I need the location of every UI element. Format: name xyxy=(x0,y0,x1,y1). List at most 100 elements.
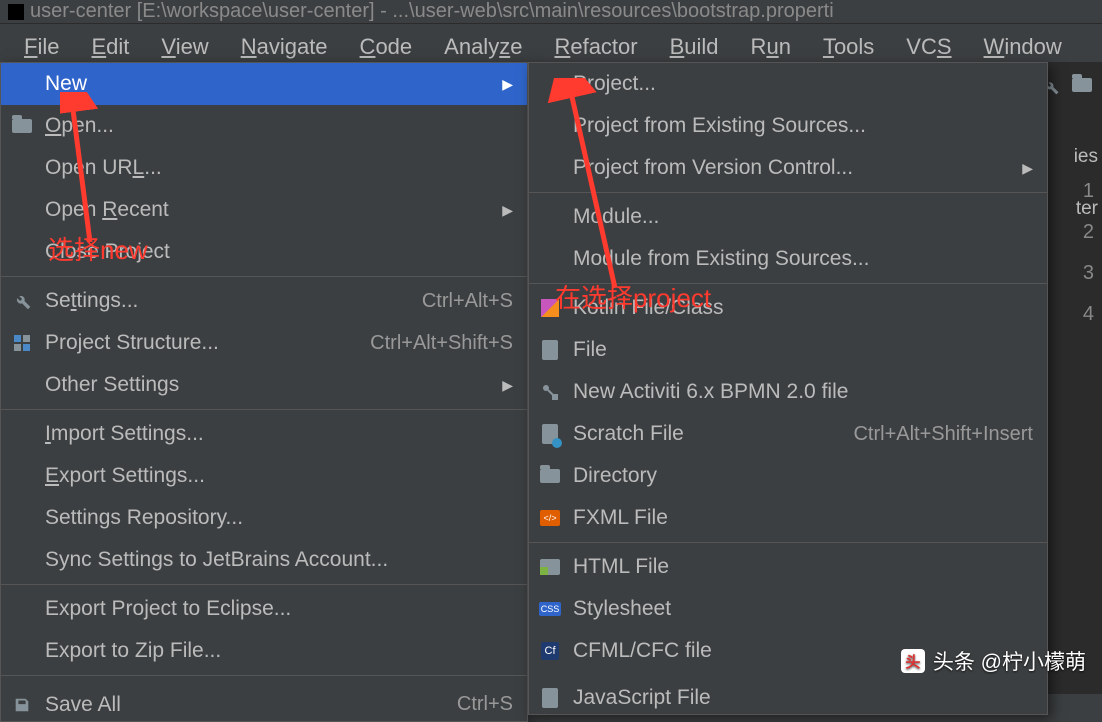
file-icon xyxy=(539,339,561,361)
separator xyxy=(529,283,1047,284)
file-export-settings[interactable]: Export Settings... xyxy=(1,455,527,497)
label: Module... xyxy=(573,205,659,229)
file-save-all[interactable]: Save All Ctrl+S xyxy=(1,679,527,721)
new-project-existing[interactable]: Project from Existing Sources... xyxy=(529,105,1047,147)
label: Scratch File xyxy=(573,422,684,446)
new-kotlin[interactable]: Kotlin File/Class xyxy=(529,287,1047,329)
cfml-icon: Cf xyxy=(539,640,561,662)
new-module[interactable]: Module... xyxy=(529,196,1047,238)
label: CFML/CFC file xyxy=(573,639,712,663)
label: Other Settings xyxy=(45,373,179,397)
label: HTML File xyxy=(573,555,669,579)
toolbar-right xyxy=(1042,78,1092,96)
label: JavaScript File xyxy=(573,686,711,710)
folder-icon[interactable] xyxy=(1072,78,1092,92)
shortcut: Ctrl+Alt+Shift+Insert xyxy=(853,423,1033,446)
label: Project... xyxy=(573,72,656,96)
new-stylesheet[interactable]: CSS Stylesheet xyxy=(529,588,1047,630)
watermark-logo-icon: 头 xyxy=(901,649,925,673)
menu-vcs[interactable]: VCS xyxy=(890,28,967,66)
submenu-arrow-icon: ▶ xyxy=(1022,160,1033,177)
window-title: user-center [E:\workspace\user-center] -… xyxy=(30,0,834,23)
menu-refactor[interactable]: Refactor xyxy=(538,28,653,66)
submenu-arrow-icon: ▶ xyxy=(502,76,513,93)
label: Sync Settings to JetBrains Account... xyxy=(45,548,388,572)
label: File xyxy=(573,338,607,362)
file-settings-repo[interactable]: Settings Repository... xyxy=(1,497,527,539)
menu-navigate[interactable]: Navigate xyxy=(225,28,344,66)
file-sync-settings[interactable]: Sync Settings to JetBrains Account... xyxy=(1,539,527,581)
menu-edit[interactable]: Edit xyxy=(75,28,145,66)
new-module-existing[interactable]: Module from Existing Sources... xyxy=(529,238,1047,280)
separator xyxy=(1,276,527,277)
new-file[interactable]: File xyxy=(529,329,1047,371)
separator xyxy=(1,584,527,585)
submenu-arrow-icon: ▶ xyxy=(502,202,513,219)
new-scratch[interactable]: Scratch File Ctrl+Alt+Shift+Insert xyxy=(529,413,1047,455)
new-project[interactable]: Project... xyxy=(529,63,1047,105)
folder-icon xyxy=(539,465,561,487)
separator xyxy=(1,675,527,676)
bpmn-icon xyxy=(539,381,561,403)
file-close-project[interactable]: Close Project xyxy=(1,231,527,273)
file-open[interactable]: Open... xyxy=(1,105,527,147)
new-activiti[interactable]: New Activiti 6.x BPMN 2.0 file xyxy=(529,371,1047,413)
shortcut: Ctrl+Alt+S xyxy=(422,290,513,313)
submenu-arrow-icon: ▶ xyxy=(502,377,513,394)
fxml-icon: </> xyxy=(539,507,561,529)
file-new[interactable]: New ▶ xyxy=(1,63,527,105)
file-project-structure[interactable]: Project Structure... Ctrl+Alt+Shift+S xyxy=(1,322,527,364)
menu-code[interactable]: Code xyxy=(344,28,429,66)
file-export-zip[interactable]: Export to Zip File... xyxy=(1,630,527,672)
css-icon: CSS xyxy=(539,598,561,620)
new-project-vcs[interactable]: Project from Version Control... ▶ xyxy=(529,147,1047,189)
menu-tools[interactable]: Tools xyxy=(807,28,890,66)
bg-text-ies: ies xyxy=(1074,146,1098,168)
shortcut: Ctrl+S xyxy=(457,693,513,716)
label: New Activiti 6.x BPMN 2.0 file xyxy=(573,380,848,404)
file-open-url[interactable]: Open URL... xyxy=(1,147,527,189)
label: Export to Zip File... xyxy=(45,639,221,663)
separator xyxy=(529,192,1047,193)
file-dropdown: New ▶ Open... Open URL... Open Recent ▶ … xyxy=(0,62,528,722)
title-bar: user-center [E:\workspace\user-center] -… xyxy=(0,0,1102,24)
kotlin-icon xyxy=(539,297,561,319)
menu-analyze[interactable]: Analyze xyxy=(428,28,538,66)
project-structure-icon xyxy=(11,332,33,354)
html-icon xyxy=(539,556,561,578)
line-numbers: 1 2 3 4 xyxy=(1083,180,1094,344)
watermark-text: 头条 @柠小檬萌 xyxy=(933,646,1086,676)
file-import-settings[interactable]: Import Settings... xyxy=(1,413,527,455)
label: Module from Existing Sources... xyxy=(573,247,869,271)
wrench-icon xyxy=(11,290,33,312)
menu-build[interactable]: Build xyxy=(654,28,735,66)
label: Export Project to Eclipse... xyxy=(45,597,291,621)
save-icon xyxy=(11,694,33,716)
label: Project from Existing Sources... xyxy=(573,114,866,138)
folder-open-icon xyxy=(11,115,33,137)
menu-run[interactable]: Run xyxy=(735,28,807,66)
menu-view[interactable]: View xyxy=(145,28,224,66)
label: Project from Version Control... xyxy=(573,156,853,180)
file-other-settings[interactable]: Other Settings ▶ xyxy=(1,364,527,406)
file-open-recent[interactable]: Open Recent ▶ xyxy=(1,189,527,231)
shortcut: Ctrl+Alt+Shift+S xyxy=(370,332,513,355)
js-icon xyxy=(539,687,561,709)
new-fxml[interactable]: </> FXML File xyxy=(529,497,1047,539)
file-new-label: New xyxy=(45,72,87,96)
label: Kotlin File/Class xyxy=(573,296,724,320)
menu-window[interactable]: Window xyxy=(968,28,1078,66)
new-html[interactable]: HTML File xyxy=(529,546,1047,588)
label: FXML File xyxy=(573,506,668,530)
new-js[interactable]: JavaScript File xyxy=(529,672,1047,714)
watermark: 头 头条 @柠小檬萌 xyxy=(901,646,1086,676)
file-settings[interactable]: Settings... Ctrl+Alt+S xyxy=(1,280,527,322)
new-directory[interactable]: Directory xyxy=(529,455,1047,497)
app-icon xyxy=(8,4,24,20)
new-submenu: Project... Project from Existing Sources… xyxy=(528,62,1048,715)
menu-file[interactable]: File xyxy=(8,28,75,66)
separator xyxy=(1,409,527,410)
label: Settings Repository... xyxy=(45,506,243,530)
file-export-eclipse[interactable]: Export Project to Eclipse... xyxy=(1,588,527,630)
scratch-icon xyxy=(539,423,561,445)
